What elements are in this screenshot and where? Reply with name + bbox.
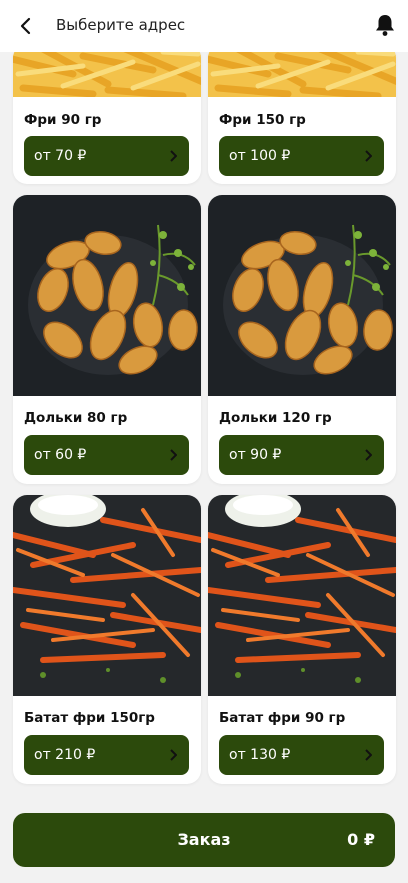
product-card[interactable]: Батат фри 150гр от 210 ₽ bbox=[13, 495, 201, 784]
product-price: от 70 ₽ bbox=[34, 148, 87, 164]
product-card[interactable]: Фри 150 гр от 100 ₽ bbox=[208, 52, 396, 184]
chevron-left-icon bbox=[20, 17, 31, 35]
product-price: от 100 ₽ bbox=[229, 148, 291, 164]
product-name: Батат фри 90 гр bbox=[219, 710, 346, 726]
product-price: от 130 ₽ bbox=[229, 747, 291, 763]
back-button[interactable] bbox=[14, 14, 38, 38]
product-price-button[interactable]: от 210 ₽ bbox=[24, 735, 189, 775]
order-button[interactable]: Заказ 0 ₽ bbox=[13, 813, 395, 867]
product-price-button[interactable]: от 70 ₽ bbox=[24, 136, 189, 176]
product-price: от 60 ₽ bbox=[34, 447, 87, 463]
chevron-right-icon bbox=[365, 150, 372, 162]
product-name: Дольки 120 гр bbox=[219, 410, 332, 426]
product-image-potato-wedges bbox=[13, 195, 201, 396]
product-name: Батат фри 150гр bbox=[24, 710, 155, 726]
product-price-button[interactable]: от 130 ₽ bbox=[219, 735, 384, 775]
product-image-fries bbox=[208, 52, 396, 97]
address-selector[interactable]: Выберите адрес bbox=[56, 16, 185, 34]
bell-icon bbox=[376, 15, 394, 36]
product-card[interactable]: Фри 90 гр от 70 ₽ bbox=[13, 52, 201, 184]
app-header: Выберите адрес bbox=[0, 0, 408, 52]
product-image-sweet-potato-fries bbox=[13, 495, 201, 696]
product-image-fries bbox=[13, 52, 201, 97]
product-name: Фри 150 гр bbox=[219, 112, 306, 128]
product-grid[interactable]: Фри 90 гр от 70 ₽ Фри 150 гр от 100 ₽ До… bbox=[0, 52, 408, 800]
order-label: Заказ bbox=[177, 830, 231, 849]
product-card[interactable]: Дольки 120 гр от 90 ₽ bbox=[208, 195, 396, 484]
chevron-right-icon bbox=[170, 150, 177, 162]
chevron-right-icon bbox=[170, 749, 177, 761]
product-image-potato-wedges bbox=[208, 195, 396, 396]
order-total: 0 ₽ bbox=[347, 830, 375, 849]
product-card[interactable]: Батат фри 90 гр от 130 ₽ bbox=[208, 495, 396, 784]
product-price: от 210 ₽ bbox=[34, 747, 96, 763]
product-name: Фри 90 гр bbox=[24, 112, 102, 128]
product-image-sweet-potato-fries bbox=[208, 495, 396, 696]
chevron-right-icon bbox=[170, 449, 177, 461]
product-price-button[interactable]: от 60 ₽ bbox=[24, 435, 189, 475]
product-card[interactable]: Дольки 80 гр от 60 ₽ bbox=[13, 195, 201, 484]
product-price-button[interactable]: от 90 ₽ bbox=[219, 435, 384, 475]
notifications-button[interactable] bbox=[372, 12, 398, 38]
product-price-button[interactable]: от 100 ₽ bbox=[219, 136, 384, 176]
product-name: Дольки 80 гр bbox=[24, 410, 128, 426]
chevron-right-icon bbox=[365, 449, 372, 461]
product-price: от 90 ₽ bbox=[229, 447, 282, 463]
chevron-right-icon bbox=[365, 749, 372, 761]
